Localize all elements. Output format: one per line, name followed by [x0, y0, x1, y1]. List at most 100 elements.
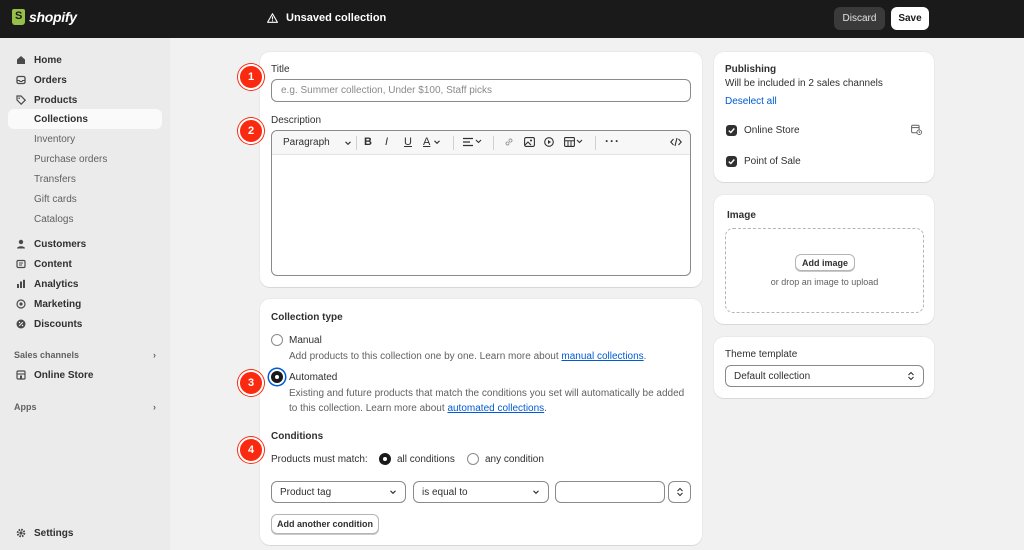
manual-radio[interactable]: [271, 334, 283, 346]
discount-icon: [16, 319, 26, 329]
save-button[interactable]: Save: [891, 7, 929, 30]
any-condition-label[interactable]: any condition: [485, 454, 544, 465]
toolbar-divider: [493, 136, 494, 150]
chevron-down-icon: [390, 490, 396, 495]
automated-desc-text: to this collection. Learn more about: [289, 403, 448, 414]
sidebar-item-home[interactable]: Home: [8, 50, 162, 70]
all-conditions-label[interactable]: all conditions: [397, 454, 455, 465]
sidebar-item-content[interactable]: Content: [8, 254, 162, 274]
sidebar-item-discounts[interactable]: Discounts: [8, 314, 162, 334]
unsaved-title: Unsaved collection: [286, 12, 387, 24]
manual-desc-text: Add products to this collection one by o…: [289, 351, 562, 362]
more-options-icon[interactable]: ···: [605, 134, 620, 148]
sidebar-item-label: Collections: [34, 113, 88, 125]
select-stepper-icon: [908, 371, 914, 381]
chevron-down-icon: [344, 140, 351, 145]
manual-collections-link[interactable]: manual collections: [561, 351, 643, 362]
toolbar-divider: [595, 136, 596, 150]
publishing-subtitle: Will be included in 2 sales channels: [725, 78, 883, 89]
chevron-right-icon: ›: [153, 350, 156, 360]
condition-operator-select[interactable]: is equal to: [413, 481, 549, 503]
automated-collections-link[interactable]: automated collections: [447, 403, 544, 414]
conditions-heading: Conditions: [271, 431, 324, 442]
sales-channels-section[interactable]: Sales channels ›: [14, 350, 156, 360]
sidebar-item-catalogs[interactable]: Catalogs: [34, 211, 73, 227]
add-another-condition-button[interactable]: Add another condition: [271, 514, 379, 534]
condition-field-value: Product tag: [280, 486, 332, 498]
stepper-icon: [677, 487, 683, 497]
shopify-bag-icon: [12, 9, 25, 25]
underline-icon[interactable]: U: [404, 136, 412, 148]
sidebar: Home Orders Products Collections Invento…: [0, 38, 170, 550]
sidebar-item-label: Customers: [34, 238, 87, 250]
target-icon: [16, 299, 26, 309]
person-icon: [16, 239, 26, 249]
sidebar-item-collections[interactable]: Collections: [8, 109, 162, 129]
theme-template-select[interactable]: Default collection: [725, 365, 924, 387]
table-icon[interactable]: [564, 137, 584, 147]
chevron-down-icon: [533, 490, 539, 495]
condition-value-input[interactable]: [555, 481, 665, 503]
manual-label[interactable]: Manual: [289, 335, 322, 346]
sidebar-item-orders[interactable]: Orders: [8, 70, 162, 90]
automated-radio[interactable]: [271, 371, 283, 383]
sidebar-item-gift-cards[interactable]: Gift cards: [34, 191, 77, 207]
condition-value-stepper[interactable]: [668, 481, 691, 503]
shopify-logo[interactable]: shopify: [12, 9, 77, 25]
sidebar-item-label: Marketing: [34, 298, 82, 310]
sidebar-item-label: Content: [34, 258, 72, 270]
any-condition-radio[interactable]: [467, 453, 479, 465]
description-label: Description: [271, 115, 322, 126]
storefront-icon: [16, 370, 26, 380]
warning-icon: [267, 13, 278, 23]
image-icon[interactable]: [524, 137, 535, 147]
title-input[interactable]: e.g. Summer collection, Under $100, Staf…: [271, 79, 691, 102]
sidebar-item-customers[interactable]: Customers: [8, 234, 162, 254]
code-view-icon[interactable]: [670, 137, 682, 147]
sidebar-item-products[interactable]: Products: [8, 90, 162, 110]
apps-section[interactable]: Apps ›: [14, 402, 156, 412]
checkmark-icon: [728, 159, 735, 165]
sidebar-item-analytics[interactable]: Analytics: [8, 274, 162, 294]
sidebar-item-transfers[interactable]: Transfers: [34, 171, 76, 187]
top-bar: shopify Unsaved collection Discard Save: [0, 0, 1024, 38]
collection-type-heading: Collection type: [271, 312, 343, 323]
sidebar-item-settings[interactable]: Settings: [8, 523, 162, 543]
paragraph-format-select[interactable]: Paragraph: [283, 137, 352, 148]
link-icon[interactable]: [504, 137, 514, 147]
online-store-checkbox[interactable]: [726, 125, 737, 136]
sidebar-item-purchase-orders[interactable]: Purchase orders: [34, 151, 107, 167]
sidebar-item-label: Orders: [34, 74, 67, 86]
sidebar-item-marketing[interactable]: Marketing: [8, 294, 162, 314]
sidebar-item-online-store[interactable]: Online Store: [8, 365, 162, 385]
align-icon[interactable]: [463, 137, 483, 147]
bold-icon[interactable]: B: [364, 136, 372, 148]
online-store-channel-label: Online Store: [744, 125, 800, 136]
italic-icon[interactable]: I: [385, 136, 388, 148]
condition-field-select[interactable]: Product tag: [271, 481, 406, 503]
must-match-label: Products must match:: [271, 454, 368, 465]
theme-template-heading: Theme template: [725, 349, 798, 360]
content-icon: [16, 259, 26, 269]
sales-channels-label: Sales channels: [14, 350, 80, 360]
discard-button[interactable]: Discard: [834, 7, 885, 30]
automated-label[interactable]: Automated: [289, 372, 337, 383]
text-color-icon[interactable]: A: [423, 136, 441, 148]
image-heading: Image: [727, 210, 756, 221]
sidebar-item-label: Home: [34, 54, 62, 66]
apps-label: Apps: [14, 402, 37, 412]
bar-chart-icon: [16, 279, 26, 289]
deselect-all-link[interactable]: Deselect all: [725, 96, 777, 107]
automated-description-line-2: to this collection. Learn more about aut…: [289, 401, 547, 416]
add-image-button[interactable]: Add image: [795, 254, 855, 271]
point-of-sale-checkbox[interactable]: [726, 156, 737, 167]
all-conditions-radio[interactable]: [379, 453, 391, 465]
sidebar-item-label: Online Store: [34, 369, 94, 381]
sidebar-item-inventory[interactable]: Inventory: [34, 131, 75, 147]
publishing-heading: Publishing: [725, 64, 777, 75]
schedule-calendar-icon[interactable]: [911, 124, 922, 135]
rich-text-toolbar: Paragraph B I U A ···: [272, 131, 690, 155]
toolbar-divider: [356, 136, 357, 150]
sidebar-item-label: Analytics: [34, 278, 79, 290]
video-icon[interactable]: [544, 137, 554, 147]
